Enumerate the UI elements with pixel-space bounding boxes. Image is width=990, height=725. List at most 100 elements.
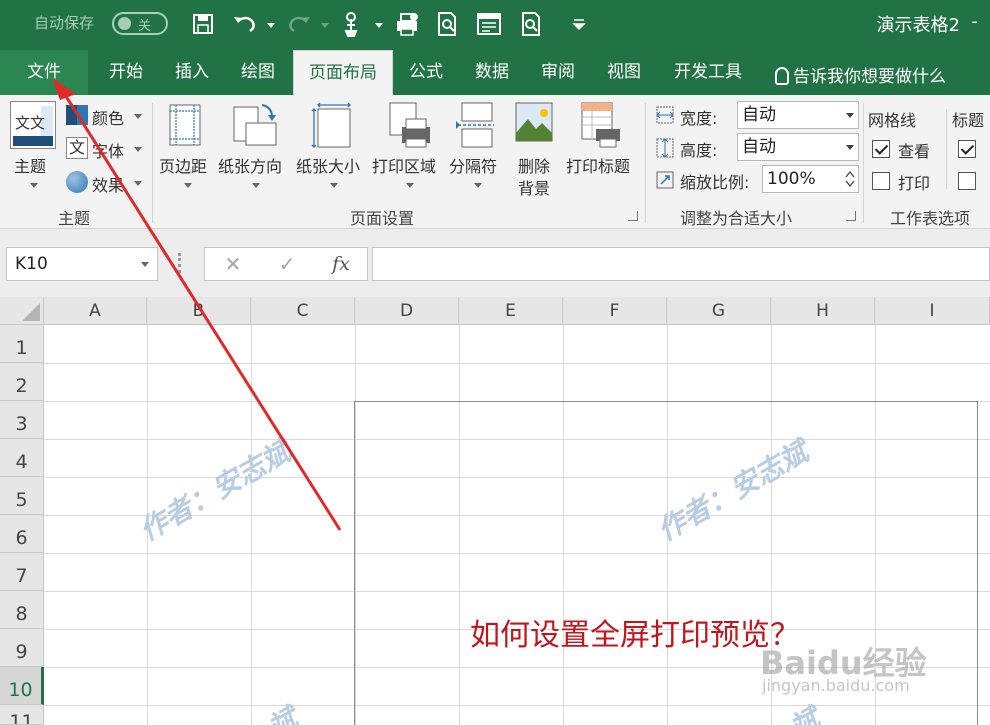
touch-mode-icon[interactable]	[336, 9, 366, 39]
scale-launcher-icon[interactable]	[846, 211, 856, 221]
row-header[interactable]: 6	[0, 515, 44, 553]
select-all-button[interactable]	[0, 297, 44, 325]
row-header[interactable]: 11	[0, 705, 44, 725]
scale-icon	[654, 169, 676, 191]
page-setup-group-name: 页面设置	[350, 209, 415, 228]
themes-icon: 文文	[13, 106, 53, 146]
row-header[interactable]: 4	[0, 439, 44, 477]
tab-home[interactable]: 开始	[96, 50, 156, 95]
tab-formulas[interactable]: 公式	[397, 50, 455, 95]
size-icon	[310, 101, 354, 149]
resize-handle[interactable]	[178, 253, 181, 273]
enter-icon[interactable]: ✓	[267, 248, 307, 280]
row-header[interactable]: 3	[0, 401, 44, 439]
caption-text: 如何设置全屏打印预览？	[470, 618, 800, 653]
tab-review[interactable]: 审阅	[529, 50, 587, 95]
themes-label[interactable]: 主题	[14, 153, 46, 177]
column-header[interactable]: C	[251, 297, 355, 325]
column-header[interactable]: D	[355, 297, 459, 325]
size-button[interactable]: 纸张大小	[296, 153, 360, 177]
tab-file[interactable]: 文件	[0, 50, 88, 95]
print-area-button[interactable]: 打印区域	[372, 153, 436, 177]
group-divider	[645, 103, 646, 223]
breaks-button[interactable]: 分隔符	[449, 153, 497, 177]
insert-function-icon[interactable]: fx	[321, 248, 361, 280]
sheet-options-group-name: 工作表选项	[890, 209, 971, 228]
print-titles-button[interactable]: 打印标题	[566, 153, 630, 177]
cancel-icon[interactable]: ✕	[213, 248, 253, 280]
row-header[interactable]: 1	[0, 325, 44, 363]
row-header[interactable]: 2	[0, 363, 44, 401]
margins-caret-icon	[184, 183, 192, 188]
size-caret-icon	[330, 183, 338, 188]
column-header[interactable]: E	[459, 297, 563, 325]
save-icon[interactable]	[188, 9, 218, 39]
fonts-label[interactable]: 字体	[92, 138, 124, 162]
tab-view[interactable]: 视图	[595, 50, 653, 95]
row-header[interactable]: 5	[0, 477, 44, 515]
colors-icon	[66, 105, 88, 125]
scale-group-name: 调整为合适大小	[680, 209, 793, 228]
tab-insert[interactable]: 插入	[162, 50, 222, 95]
page-setup-launcher-icon[interactable]	[628, 211, 638, 221]
name-box[interactable]: K10	[6, 247, 158, 281]
row-header[interactable]: 7	[0, 553, 44, 591]
tell-me-search[interactable]: 告诉我你想要做什么	[775, 62, 946, 87]
tab-data[interactable]: 数据	[463, 50, 521, 95]
headings-label: 标题	[952, 111, 985, 130]
formula-bar: K10 ✕ ✓ fx	[0, 229, 990, 297]
headings-print-checkbox[interactable]	[958, 172, 976, 190]
column-header[interactable]: G	[667, 297, 771, 325]
row-header[interactable]: 8	[0, 591, 44, 629]
name-box-value: K10	[15, 254, 48, 274]
effects-caret-icon	[134, 181, 142, 186]
background-label-1[interactable]: 删除	[518, 153, 550, 177]
group-divider	[152, 103, 153, 223]
print-preview-icon[interactable]	[432, 9, 462, 39]
tell-me-text: 告诉我你想要做什么	[793, 67, 946, 87]
redo-dropdown-icon[interactable]	[310, 9, 329, 39]
height-select[interactable]: 自动	[737, 133, 859, 161]
tab-developer[interactable]: 开发工具	[661, 50, 755, 95]
column-header[interactable]: A	[44, 297, 147, 325]
tab-page-layout[interactable]: 页面布局	[293, 50, 393, 95]
width-icon	[654, 105, 676, 125]
row-header-selected[interactable]: 10	[0, 667, 44, 705]
effects-label[interactable]: 效果	[92, 172, 124, 196]
print-preview-full-icon[interactable]	[516, 9, 546, 39]
column-header[interactable]: B	[147, 297, 251, 325]
print-area-caret-icon	[406, 183, 414, 188]
headings-view-checkbox[interactable]	[958, 140, 976, 158]
orientation-button[interactable]: 纸张方向	[218, 153, 282, 177]
colors-label[interactable]: 颜色	[92, 105, 124, 129]
autosave-toggle[interactable]: 关	[112, 12, 168, 35]
gridlines-print-checkbox[interactable]	[872, 172, 890, 190]
fonts-caret-icon	[134, 147, 142, 152]
fonts-icon: 文	[66, 137, 88, 159]
undo-dropdown-icon[interactable]	[256, 9, 275, 39]
tab-draw[interactable]: 绘图	[228, 50, 288, 95]
autosave-state: 关	[138, 19, 152, 34]
spinner-arrows-icon	[845, 170, 855, 188]
themes-group-name: 主题	[58, 209, 91, 228]
margins-button[interactable]: 页边距	[159, 153, 207, 177]
gridlines-view-checkbox[interactable]	[872, 140, 890, 158]
customize-toolbar-icon[interactable]	[564, 9, 586, 39]
column-header[interactable]: H	[771, 297, 875, 325]
column-header[interactable]: F	[563, 297, 667, 325]
scale-label: 缩放比例:	[680, 173, 750, 192]
quick-print-icon[interactable]	[392, 9, 422, 39]
chevron-down-icon	[846, 113, 854, 118]
column-header[interactable]: I	[875, 297, 990, 325]
width-value: 自动	[742, 105, 776, 125]
page-layout-view-icon[interactable]	[474, 9, 504, 39]
themes-button[interactable]: 文文	[10, 101, 56, 149]
background-label-2[interactable]: 背景	[518, 175, 550, 199]
scale-spinner[interactable]: 100%	[762, 165, 859, 193]
chevron-down-icon	[141, 262, 149, 267]
formula-input[interactable]	[372, 247, 990, 281]
row-header[interactable]: 9	[0, 629, 44, 667]
formula-buttons: ✕ ✓ fx	[204, 247, 368, 281]
touch-dropdown-icon[interactable]	[364, 9, 383, 39]
width-select[interactable]: 自动	[737, 101, 859, 129]
